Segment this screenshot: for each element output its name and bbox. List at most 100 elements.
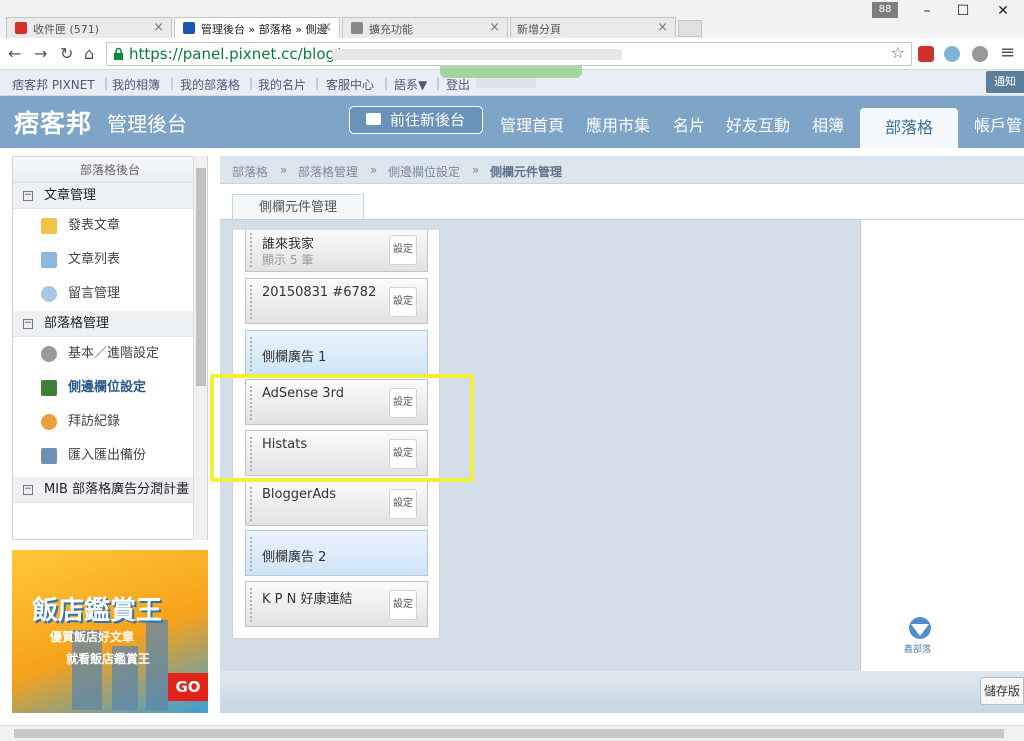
- collapse-icon[interactable]: −: [23, 319, 33, 329]
- footer-bar: 儲存版: [220, 671, 1024, 713]
- browser-tab-extensions[interactable]: 擴充功能 ×: [342, 17, 508, 38]
- toplink-blog[interactable]: 我的部落格: [180, 76, 240, 93]
- close-icon[interactable]: ×: [489, 20, 500, 35]
- chat-icon: [366, 113, 381, 125]
- drag-handle-icon[interactable]: [250, 233, 253, 267]
- section-label: 文章管理: [44, 188, 97, 203]
- watermark-text: 鑫部落: [904, 645, 932, 655]
- back-icon[interactable]: ←: [8, 44, 21, 63]
- pixnet-logo[interactable]: 痞客邦: [14, 104, 92, 140]
- maximize-icon[interactable]: ☐: [946, 0, 980, 22]
- new-admin-button[interactable]: 前往新後台: [349, 106, 483, 134]
- sidebar-section-blog[interactable]: − 部落格管理: [13, 311, 207, 337]
- home-icon[interactable]: ⌂: [84, 44, 94, 63]
- url-input[interactable]: https://panel.pixnet.cc/blog/s ☆: [106, 42, 912, 66]
- nav-apps[interactable]: 應用市集: [586, 112, 650, 136]
- sidebar-scrollbar[interactable]: [193, 156, 207, 540]
- new-admin-label: 前往新後台: [390, 111, 466, 129]
- widget-settings-button[interactable]: 設定: [389, 235, 417, 265]
- sidebar-item-sidebar-settings[interactable]: 側邊欄位設定: [13, 371, 207, 405]
- new-tab-button[interactable]: [678, 20, 702, 37]
- sidebar-item-label: 基本／進階設定: [68, 346, 160, 361]
- extension-icon[interactable]: [972, 46, 988, 62]
- minimize-icon[interactable]: –: [910, 0, 944, 22]
- menu-icon[interactable]: ≡: [1000, 42, 1015, 63]
- browser-tab-gmail[interactable]: 收件匣 (571) ×: [6, 17, 172, 38]
- copy-icon: [41, 448, 57, 464]
- ad-go-button[interactable]: GO: [168, 673, 208, 701]
- widget-item-ad[interactable]: 側欄廣告 1: [245, 330, 428, 376]
- extension-icon[interactable]: [918, 46, 934, 62]
- nav-home[interactable]: 管理首頁: [500, 112, 564, 136]
- widget-name: 側欄廣告 1: [262, 350, 327, 365]
- browser-tabstrip: 收件匣 (571) × 管理後台 » 部落格 » 側邊 × 擴充功能 × 新增分…: [0, 0, 1024, 39]
- widget-item[interactable]: BloggerAds 設定: [245, 480, 428, 526]
- toplink-card[interactable]: 我的名片: [258, 76, 306, 93]
- scrollbar-thumb[interactable]: [196, 168, 206, 386]
- language-dropdown[interactable]: 語系▼: [394, 76, 427, 93]
- breadcrumb-item[interactable]: 部落格管理: [298, 163, 358, 180]
- widget-settings-button[interactable]: 設定: [389, 489, 417, 519]
- browser-tab-newtab[interactable]: 新增分頁 ×: [510, 17, 676, 38]
- sidebar-item-backup[interactable]: 匯入匯出備份: [13, 439, 207, 473]
- close-window-icon[interactable]: ✕: [986, 0, 1020, 22]
- drag-handle-icon[interactable]: [250, 537, 253, 571]
- widget-name: 誰來我家: [262, 237, 315, 252]
- scrollbar-thumb[interactable]: [14, 729, 1004, 738]
- toplink-pixnet[interactable]: 痞客邦 PIXNET: [12, 76, 95, 93]
- widget-item[interactable]: K P N 好康連結 設定: [245, 581, 428, 627]
- drag-handle-icon[interactable]: [250, 487, 253, 521]
- collapse-icon[interactable]: −: [23, 485, 33, 495]
- notify-button[interactable]: 通知: [986, 71, 1024, 93]
- horizontal-scrollbar[interactable]: [0, 725, 1024, 741]
- sidebar-item-settings[interactable]: 基本／進階設定: [13, 337, 207, 371]
- close-icon[interactable]: ×: [657, 20, 668, 35]
- widget-settings-button[interactable]: 設定: [389, 287, 417, 317]
- nav-friends[interactable]: 好友互動: [726, 112, 790, 136]
- browser-tab-pixnet[interactable]: 管理後台 » 部落格 » 側邊 ×: [174, 17, 340, 39]
- breadcrumb-item[interactable]: 側邊欄位設定: [388, 163, 460, 180]
- tab-row: 側欄元件管理: [220, 184, 1024, 221]
- status-toast: [440, 66, 582, 78]
- forward-icon[interactable]: →: [34, 44, 47, 63]
- sidebar-section-articles[interactable]: − 文章管理: [13, 183, 207, 209]
- close-icon[interactable]: ×: [321, 20, 332, 35]
- sidebar-item-label: 拜訪紀錄: [68, 414, 121, 429]
- gmail-icon: [15, 22, 27, 34]
- widget-name: 20150831 #6782: [262, 285, 377, 300]
- drag-handle-icon[interactable]: [250, 588, 253, 622]
- collapse-icon[interactable]: −: [23, 191, 33, 201]
- toplink-album[interactable]: 我的相簿: [112, 76, 160, 93]
- sidebar-item-comments[interactable]: 留言管理: [13, 277, 207, 311]
- toplink-logout[interactable]: 登出: [446, 76, 470, 93]
- pixnet-icon: [183, 22, 195, 34]
- sidebar-item-post-list[interactable]: 文章列表: [13, 243, 207, 277]
- ad-banner[interactable]: 飯店鑑賞王 優質飯店好文章 就看飯店鑑賞王 GO: [12, 550, 208, 713]
- nav-account[interactable]: 帳戶管: [974, 112, 1022, 136]
- close-icon[interactable]: ×: [153, 20, 164, 35]
- sidebar-item-label: 文章列表: [68, 252, 121, 267]
- sidebar-item-label: 側邊欄位設定: [68, 380, 147, 395]
- widget-item[interactable]: 20150831 #6782 設定: [245, 278, 428, 324]
- breadcrumb-item[interactable]: 部落格: [232, 163, 268, 180]
- sidebar-section-mib[interactable]: − MIB 部落格廣告分潤計畫: [13, 477, 207, 503]
- tab-counter: 88: [872, 2, 898, 18]
- nav-album[interactable]: 相簿: [812, 112, 844, 136]
- nav-blog[interactable]: 部落格: [860, 108, 958, 148]
- toplink-support[interactable]: 客服中心: [326, 76, 374, 93]
- sidebar-item-new-post[interactable]: 發表文章: [13, 209, 207, 243]
- drag-handle-icon[interactable]: [250, 285, 253, 319]
- extension-icon[interactable]: [944, 46, 960, 62]
- tab-widget-management[interactable]: 側欄元件管理: [232, 194, 364, 221]
- reload-icon[interactable]: ↻: [60, 44, 73, 63]
- widget-item-ad[interactable]: 側欄廣告 2: [245, 530, 428, 576]
- drag-handle-icon[interactable]: [250, 337, 253, 371]
- star-icon[interactable]: ☆: [891, 43, 905, 62]
- sidebar-item-visits[interactable]: 拜訪紀錄: [13, 405, 207, 439]
- right-panel: [860, 219, 1024, 671]
- nav-card[interactable]: 名片: [673, 112, 705, 136]
- widget-item[interactable]: 誰來我家 顯示 5 筆 設定: [245, 230, 428, 272]
- widget-settings-button[interactable]: 設定: [389, 590, 417, 620]
- tab-label: 管理後台 » 部落格 » 側邊: [201, 23, 328, 36]
- save-layout-button[interactable]: 儲存版: [980, 677, 1024, 705]
